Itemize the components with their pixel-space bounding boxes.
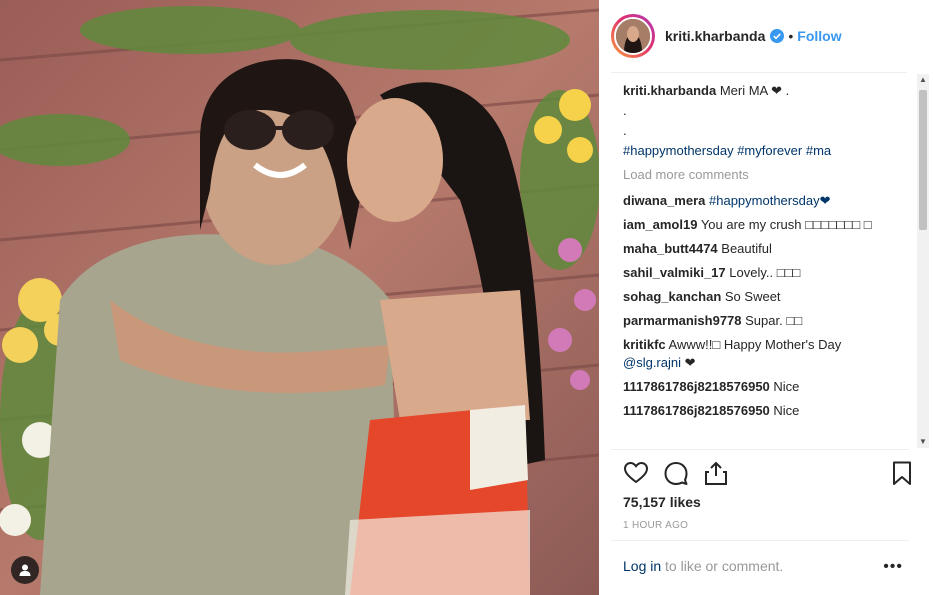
comment-item: parmarmanish9778 Supar. □□ — [623, 312, 913, 330]
caption-line-2: . — [623, 103, 627, 118]
post-actions — [623, 460, 913, 488]
post-photo[interactable] — [0, 0, 599, 595]
comment-item: maha_butt4474 Beautiful — [623, 240, 913, 258]
comment-text-suffix: ❤ — [681, 355, 696, 370]
follow-button[interactable]: Follow — [797, 28, 841, 44]
load-more-comments-button[interactable]: Load more comments — [623, 166, 913, 184]
comment-text: Lovely.. □□□ — [729, 265, 801, 280]
comment-item: sohag_kanchan So Sweet — [623, 288, 913, 306]
comment-text: So Sweet — [724, 289, 781, 304]
mention-link[interactable]: @slg.rajni — [623, 355, 681, 370]
comment-text: Beautiful — [721, 241, 772, 256]
more-options-button[interactable]: ••• — [883, 558, 903, 576]
comment-username[interactable]: sahil_valmiki_17 — [623, 265, 726, 280]
comment-username[interactable]: kritikfc — [623, 337, 666, 352]
comments-list: kriti.kharbanda Meri MA ❤ . . . #happymo… — [623, 82, 913, 446]
login-prompt: Log in to like or comment. ••• — [623, 558, 913, 576]
hashtag-link[interactable]: #ma — [806, 143, 831, 158]
divider — [611, 540, 909, 541]
comment-text: Nice — [773, 379, 800, 394]
caption: kriti.kharbanda Meri MA ❤ . . . #happymo… — [623, 82, 913, 160]
comment-item: diwana_mera #happymothersday❤ — [623, 192, 913, 210]
login-prompt-text: to like or comment. — [661, 558, 784, 574]
user-tag-button[interactable] — [11, 556, 39, 584]
comments-scrollbar[interactable]: ▲ ▼ — [917, 74, 929, 448]
scrollbar-thumb[interactable] — [919, 90, 927, 230]
caption-username[interactable]: kriti.kharbanda — [623, 83, 716, 98]
post-timestamp[interactable]: 1 HOUR AGO — [623, 520, 688, 531]
scroll-up-arrow-icon[interactable]: ▲ — [917, 74, 929, 86]
comment-item: 1117861786j8218576950 Nice — [623, 378, 913, 396]
comment-text[interactable]: #happymothersday❤ — [709, 193, 830, 208]
comment-username[interactable]: parmarmanish9778 — [623, 313, 742, 328]
comment-item: kritikfc Awww!!□ Happy Mother's Day @slg… — [623, 336, 913, 372]
post-header: kriti.kharbanda • Follow — [611, 0, 907, 73]
comment-username[interactable]: 1117861786j8218576950 — [623, 403, 770, 418]
avatar-image — [614, 17, 652, 55]
comment-username[interactable]: 1117861786j8218576950 — [623, 379, 770, 394]
post-username[interactable]: kriti.kharbanda — [665, 28, 765, 44]
bookmark-icon[interactable] — [889, 460, 915, 486]
caption-text: Meri MA ❤ . — [719, 83, 790, 98]
user-tag-icon — [19, 564, 31, 576]
photo-illustration — [0, 0, 599, 595]
comment-item: 1117861786j8218576950 Nice — [623, 402, 913, 420]
post-side-panel: kriti.kharbanda • Follow kriti.kharbanda… — [599, 0, 933, 595]
comment-item: sahil_valmiki_17 Lovely.. □□□ — [623, 264, 913, 282]
likes-count[interactable]: 75,157 likes — [623, 494, 701, 510]
hashtag-link[interactable]: #happymothersday — [623, 143, 734, 158]
comment-username[interactable]: maha_butt4474 — [623, 241, 718, 256]
comment-text: Awww!!□ Happy Mother's Day — [668, 337, 842, 352]
comment-text: Supar. □□ — [745, 313, 803, 328]
comment-username[interactable]: iam_amol19 — [623, 217, 697, 232]
caption-line-3: . — [623, 123, 627, 138]
comment-item: iam_amol19 You are my crush □□□□□□□ □ — [623, 216, 913, 234]
comment-text: You are my crush □□□□□□□ □ — [700, 217, 872, 232]
avatar[interactable] — [611, 14, 655, 58]
avatar-illustration — [616, 19, 650, 53]
comment-username[interactable]: sohag_kanchan — [623, 289, 721, 304]
login-link[interactable]: Log in — [623, 558, 661, 574]
hashtag-link[interactable]: #myforever — [737, 143, 802, 158]
comment-text: Nice — [773, 403, 800, 418]
verified-badge-icon — [770, 29, 785, 43]
scroll-down-arrow-icon[interactable]: ▼ — [917, 436, 929, 448]
share-icon[interactable] — [703, 460, 729, 486]
separator-dot: • — [788, 28, 794, 44]
heart-icon[interactable] — [623, 460, 649, 486]
comment-icon[interactable] — [663, 460, 689, 486]
divider — [611, 449, 909, 450]
comment-username[interactable]: diwana_mera — [623, 193, 705, 208]
